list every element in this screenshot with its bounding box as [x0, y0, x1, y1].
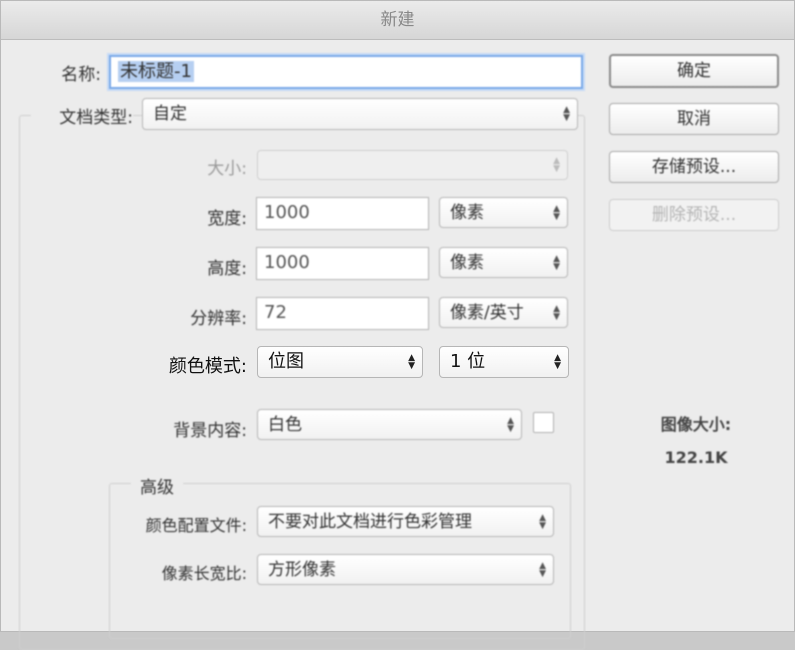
select-arrows-icon: ▲ ▼: [563, 105, 570, 123]
pixel-aspect-select[interactable]: 方形像素 ▲ ▼: [257, 554, 554, 585]
bit-depth-select[interactable]: 1 位 ▲ ▼: [439, 346, 569, 378]
select-arrows-icon: ▲ ▼: [539, 512, 546, 531]
save-preset-button[interactable]: 存储预设...: [609, 151, 779, 183]
name-value: 未标题-1: [118, 61, 194, 82]
color-mode-select[interactable]: 位图 ▲ ▼: [257, 346, 423, 378]
image-size-value: 122.1K: [664, 448, 728, 467]
resolution-unit-value: 像素/英寸: [450, 303, 524, 323]
new-document-dialog: 新建 名称: 未标题-1 文档类型: 自定 ▲ ▼ 大小: ▲ ▼ 宽度: 1000…: [0, 0, 795, 650]
background-color-swatch[interactable]: [533, 412, 554, 433]
image-size-label: 图像大小:: [660, 415, 732, 434]
advanced-label: 高级: [131, 473, 183, 498]
color-profile-select[interactable]: 不要对此文档进行色彩管理 ▲ ▼: [257, 506, 554, 537]
background-value: 白色: [268, 415, 302, 435]
cancel-button[interactable]: 取消: [609, 103, 779, 135]
size-select: ▲ ▼: [257, 150, 568, 180]
name-input[interactable]: 未标题-1: [109, 55, 583, 89]
width-unit-value: 像素: [450, 203, 484, 223]
select-arrows-icon: ▲ ▼: [507, 415, 514, 434]
background-select[interactable]: 白色 ▲ ▼: [257, 409, 522, 440]
color-profile-value: 不要对此文档进行色彩管理: [268, 512, 472, 532]
dialog-body: 名称: 未标题-1 文档类型: 自定 ▲ ▼ 大小: ▲ ▼ 宽度: 1000 像素…: [1, 40, 794, 650]
document-type-label: 文档类型:: [31, 103, 133, 128]
resolution-input[interactable]: 72: [256, 297, 429, 330]
width-input[interactable]: 1000: [256, 197, 429, 230]
select-arrows-icon: ▲ ▼: [553, 303, 560, 322]
document-type-select[interactable]: 自定 ▲ ▼: [142, 98, 578, 130]
select-arrows-icon: ▲ ▼: [553, 253, 560, 272]
dialog-title: 新建: [1, 1, 794, 40]
select-arrows-icon: ▲ ▼: [408, 353, 415, 371]
pixel-aspect-value: 方形像素: [268, 560, 336, 580]
height-unit-value: 像素: [450, 253, 484, 273]
ok-button[interactable]: 确定: [609, 54, 779, 88]
size-label: 大小:: [207, 159, 247, 179]
background-label: 背景内容:: [173, 421, 247, 441]
delete-preset-button: 删除预设...: [609, 199, 779, 231]
select-arrows-icon: ▲ ▼: [539, 560, 546, 579]
resolution-unit-select[interactable]: 像素/英寸 ▲ ▼: [439, 297, 568, 328]
document-type-value: 自定: [153, 104, 187, 124]
bit-depth-value: 1 位: [450, 351, 486, 372]
width-label: 宽度:: [207, 209, 247, 229]
select-arrows-icon: ▲ ▼: [553, 156, 560, 174]
color-profile-label: 颜色配置文件:: [145, 516, 247, 535]
pixel-aspect-label: 像素长宽比:: [161, 564, 247, 583]
name-label: 名称:: [61, 65, 101, 85]
select-arrows-icon: ▲ ▼: [553, 203, 560, 222]
resolution-label: 分辨率:: [190, 309, 247, 329]
select-arrows-icon: ▲ ▼: [554, 353, 561, 371]
height-label: 高度:: [207, 259, 247, 279]
color-mode-label: 颜色模式:: [168, 356, 247, 377]
height-input[interactable]: 1000: [256, 247, 429, 280]
width-unit-select[interactable]: 像素 ▲ ▼: [439, 197, 568, 228]
color-mode-value: 位图: [268, 351, 304, 372]
height-unit-select[interactable]: 像素 ▲ ▼: [439, 247, 568, 278]
